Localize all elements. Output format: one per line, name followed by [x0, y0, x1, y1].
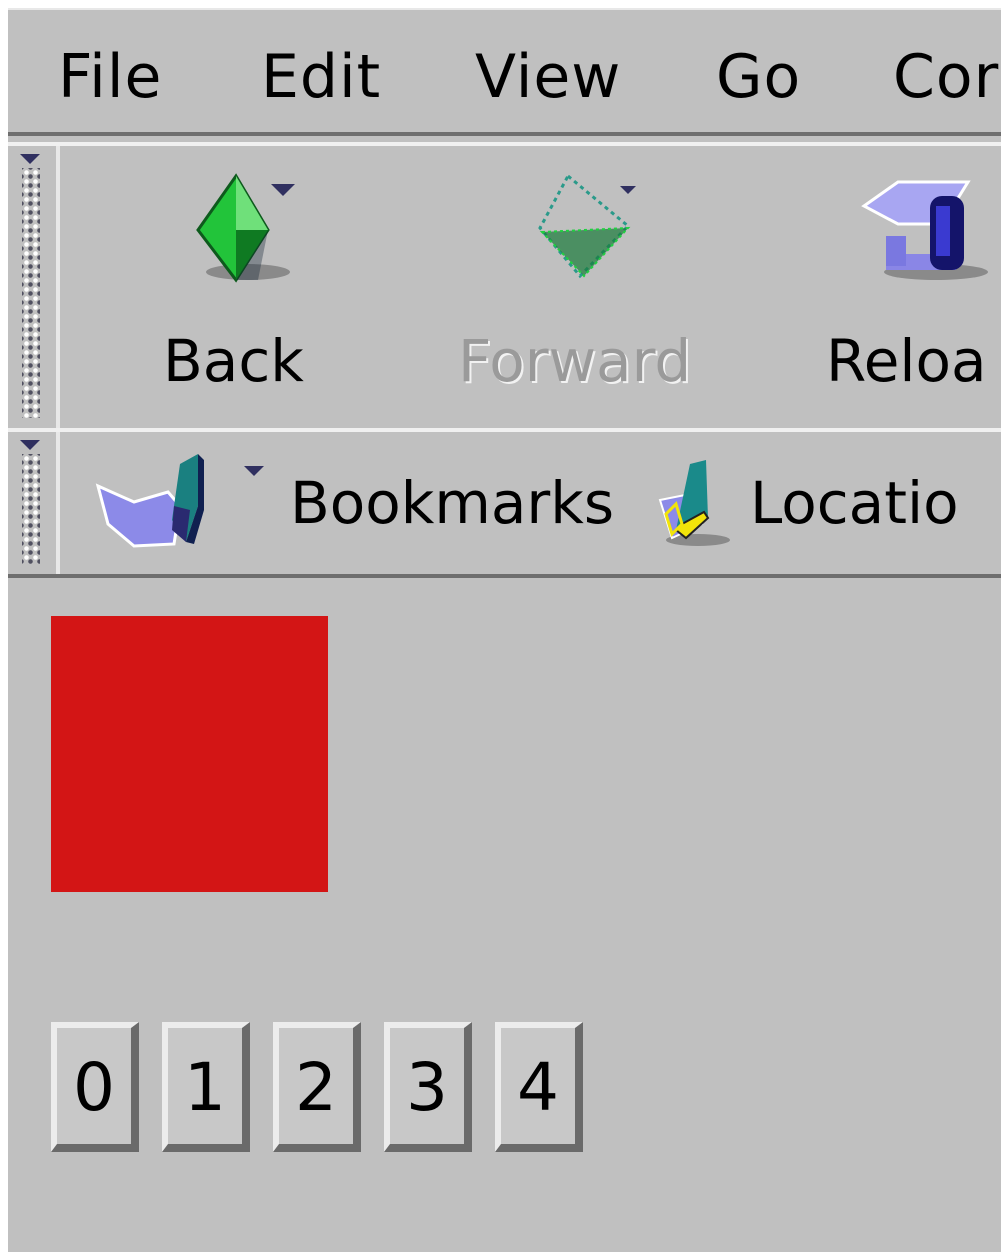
- menu-edit[interactable]: Edit: [261, 42, 381, 112]
- location-label: Locatio: [750, 469, 959, 537]
- toolbar-grip[interactable]: [12, 146, 60, 428]
- menu-view[interactable]: View: [475, 42, 621, 112]
- back-dropdown-caret-icon[interactable]: [271, 184, 295, 196]
- back-label: Back: [163, 327, 304, 395]
- collapse-arrow-icon: [20, 440, 40, 450]
- forward-dropdown-caret-icon[interactable]: [620, 186, 636, 194]
- toolbar-grip[interactable]: [12, 432, 60, 574]
- bookmarks-label: Bookmarks: [290, 469, 615, 537]
- bookmarks-icon: [95, 454, 204, 548]
- reload-icon: [861, 180, 988, 280]
- number-button-3[interactable]: 3: [384, 1022, 472, 1152]
- menu-communicator[interactable]: Cor: [893, 42, 999, 112]
- number-button-4[interactable]: 4: [495, 1022, 583, 1152]
- reload-button[interactable]: Reloa: [808, 146, 1001, 426]
- forward-label: Forward: [458, 327, 692, 395]
- menu-file[interactable]: File: [58, 42, 162, 112]
- reload-label: Reloa: [826, 327, 987, 395]
- location-button[interactable]: Locatio: [638, 432, 1001, 572]
- number-button-2[interactable]: 2: [273, 1022, 361, 1152]
- personal-toolbar: Bookmarks Locatio: [8, 428, 1001, 578]
- collapse-arrow-icon: [20, 154, 40, 164]
- location-icon: [658, 460, 730, 546]
- menu-bar: File Edit View Go Cor: [8, 8, 1001, 136]
- number-button-1[interactable]: 1: [162, 1022, 250, 1152]
- number-button-0[interactable]: 0: [51, 1022, 139, 1152]
- back-button[interactable]: Back: [138, 146, 358, 426]
- menu-go[interactable]: Go: [716, 42, 801, 112]
- forward-button[interactable]: Forward: [448, 146, 718, 426]
- browser-window: File Edit View Go Cor Back Forward Reloa…: [8, 8, 1001, 1252]
- red-swatch: [51, 616, 328, 892]
- bookmarks-button[interactable]: Bookmarks: [88, 432, 628, 572]
- bookmarks-dropdown-caret-icon[interactable]: [244, 466, 264, 476]
- navigation-toolbar: Back Forward Reloa: [8, 142, 1001, 432]
